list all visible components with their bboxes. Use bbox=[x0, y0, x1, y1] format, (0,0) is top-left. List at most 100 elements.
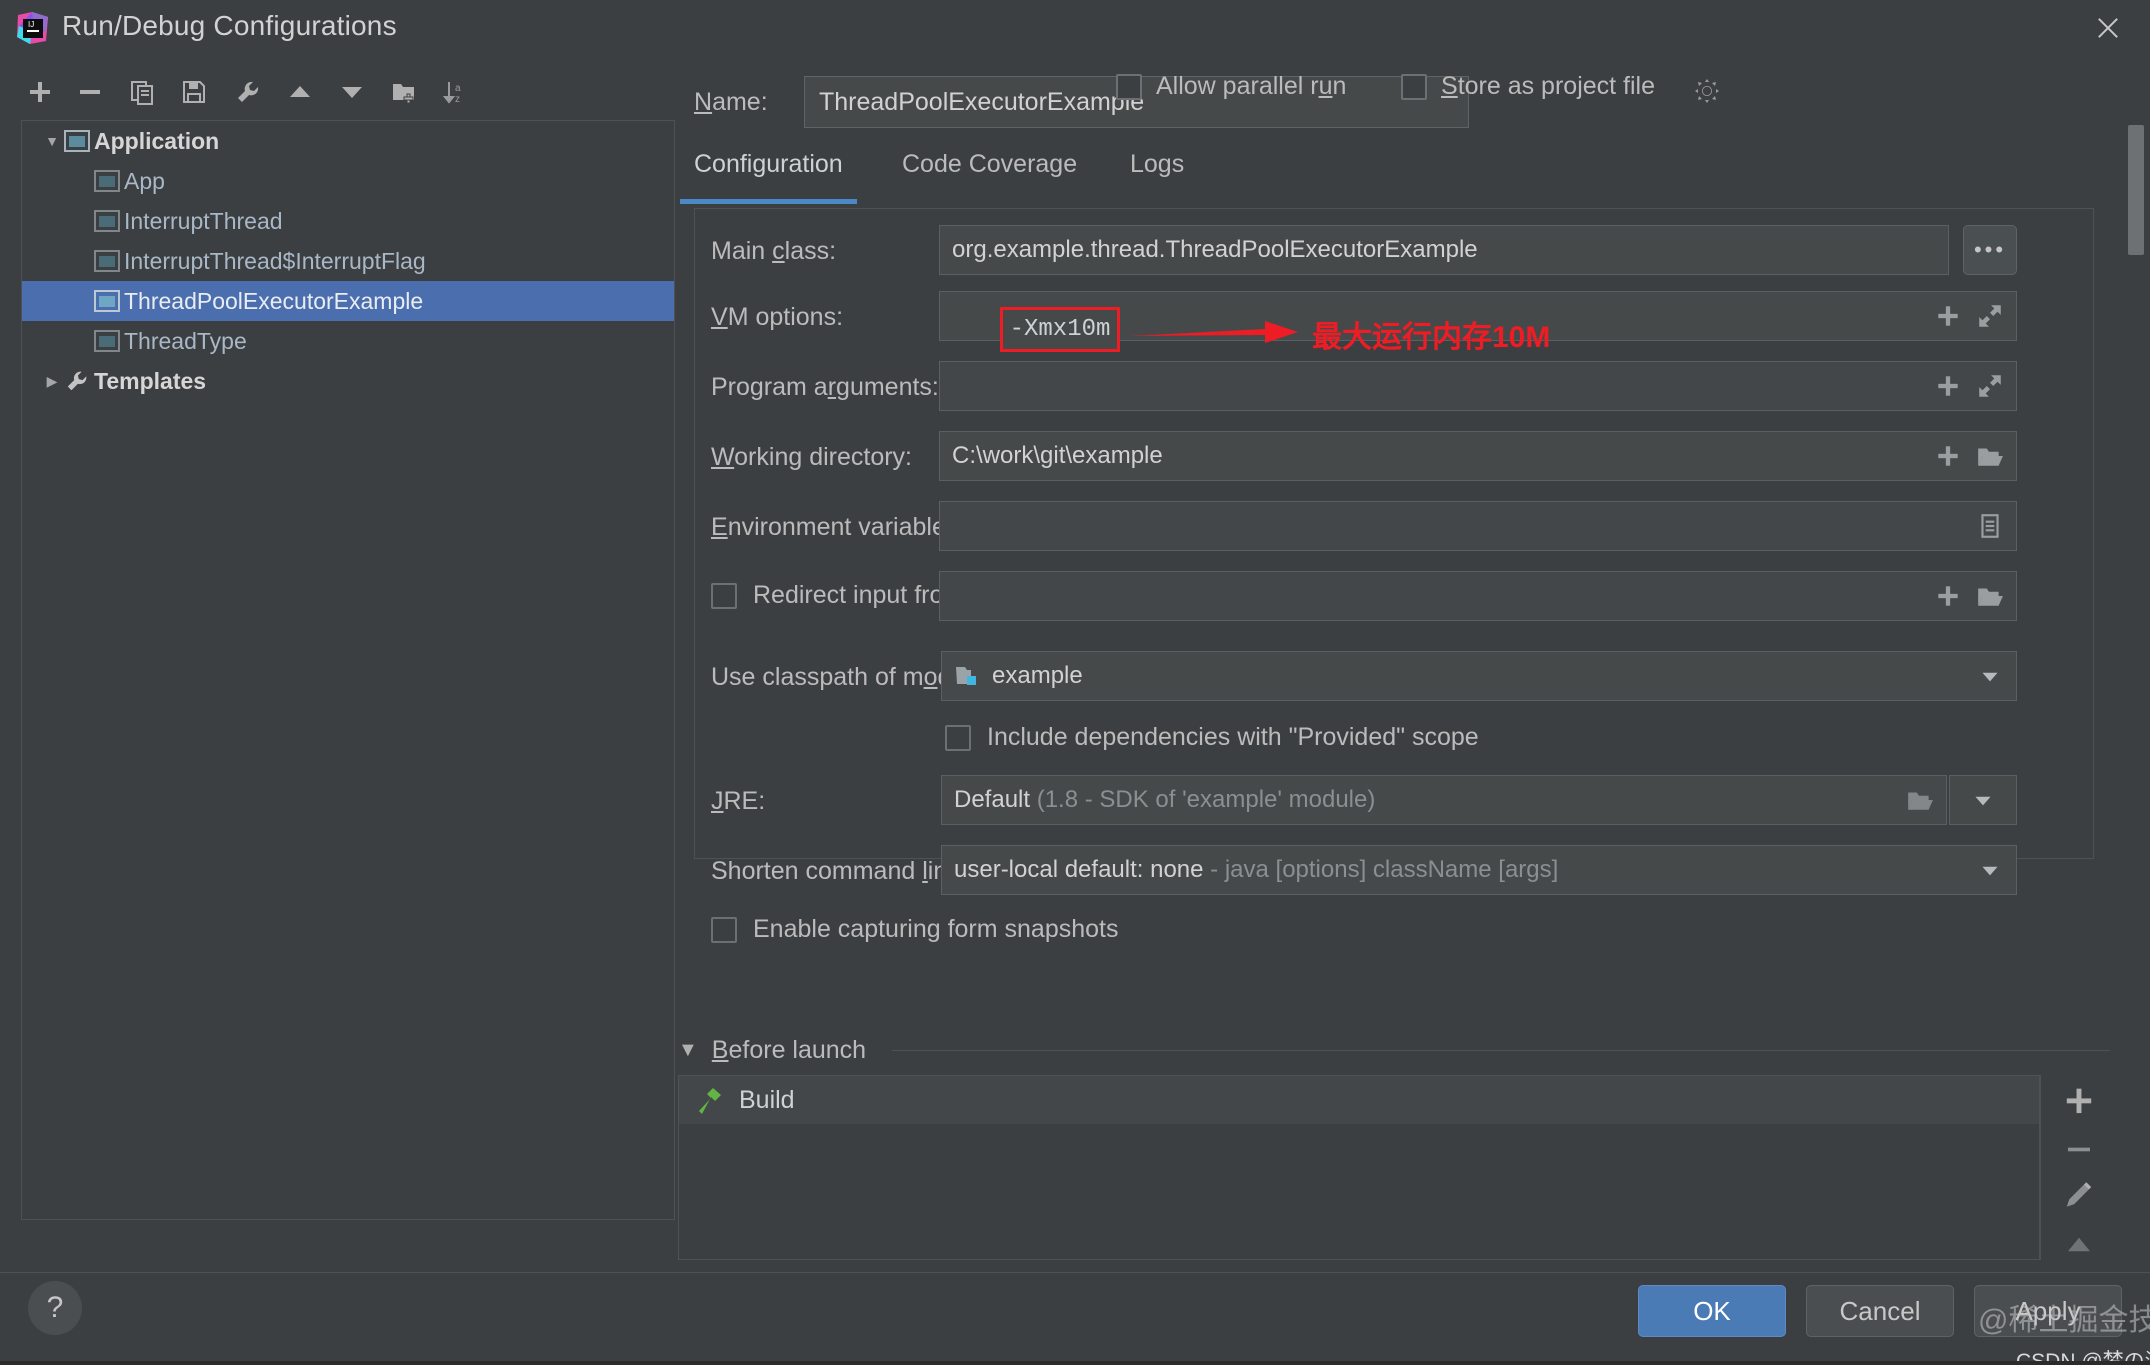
main-class-browse-button[interactable]: ••• bbox=[1963, 225, 2017, 275]
move-up-button[interactable] bbox=[280, 70, 320, 114]
main-class-field[interactable]: org.example.thread.ThreadPoolExecutorExa… bbox=[939, 225, 1949, 275]
tab-logs[interactable]: Logs bbox=[1130, 150, 1184, 204]
checkbox-box[interactable] bbox=[711, 583, 737, 609]
redirect-input-checkbox[interactable]: Redirect input from: bbox=[711, 581, 971, 610]
vm-options-annotation-note: 最大运行内存10M bbox=[1312, 312, 1550, 356]
wrench-icon bbox=[235, 79, 261, 105]
sort-az-icon: a z bbox=[443, 79, 469, 105]
shorten-command-line-value-main: user-local default: none bbox=[954, 856, 1204, 883]
tree-node-templates[interactable]: ▶ Templates bbox=[22, 361, 674, 401]
tree-node-threadtype[interactable]: ThreadType bbox=[22, 321, 674, 361]
enable-form-snapshots-checkbox[interactable]: Enable capturing form snapshots bbox=[711, 915, 1119, 944]
environment-variables-field[interactable] bbox=[939, 501, 2017, 551]
folder-open-icon[interactable] bbox=[1976, 582, 2004, 610]
tree-node-label: InterruptThread$InterruptFlag bbox=[124, 248, 426, 275]
shorten-command-line-hint: - java [options] className [args] bbox=[1210, 856, 1558, 883]
expand-icon[interactable] bbox=[1976, 302, 2004, 330]
insert-macro-icon[interactable] bbox=[1934, 372, 1962, 400]
folder-add-icon bbox=[391, 79, 417, 105]
tree-node-label: ThreadPoolExecutorExample bbox=[124, 288, 423, 315]
use-classpath-of-module-select[interactable]: example bbox=[941, 651, 2017, 701]
allow-parallel-run-checkbox[interactable]: Allow parallel run bbox=[1116, 72, 1346, 101]
tree-node-label: Templates bbox=[94, 368, 206, 395]
before-launch-item-build[interactable]: Build bbox=[679, 1076, 2039, 1124]
shorten-command-line-select[interactable]: user-local default: none - java [options… bbox=[941, 845, 2017, 895]
chevron-right-icon[interactable]: ▶ bbox=[40, 373, 64, 390]
move-task-up-button[interactable] bbox=[2063, 1228, 2095, 1260]
insert-macro-icon[interactable] bbox=[1934, 582, 1962, 610]
add-task-button[interactable] bbox=[2063, 1085, 2095, 1117]
edit-templates-button[interactable] bbox=[228, 70, 268, 114]
jre-row: JRE: Default (1.8 - SDK of 'example' mod… bbox=[695, 775, 2095, 825]
checkbox-box[interactable] bbox=[711, 917, 737, 943]
jre-field[interactable]: Default (1.8 - SDK of 'example' module) bbox=[941, 775, 1947, 825]
store-as-project-file-checkbox[interactable]: Store as project file bbox=[1401, 72, 1655, 101]
chevron-down-icon[interactable] bbox=[1976, 662, 2004, 690]
edit-task-button[interactable] bbox=[2063, 1181, 2095, 1213]
remove-configuration-button[interactable] bbox=[70, 70, 110, 114]
redirect-input-row: Redirect input from: bbox=[695, 571, 2095, 621]
run-debug-configurations-dialog: IJ Run/Debug Configurations bbox=[0, 0, 2150, 1365]
include-provided-checkbox[interactable]: Include dependencies with "Provided" sco… bbox=[945, 723, 1479, 752]
chevron-down-icon[interactable] bbox=[1969, 786, 1997, 814]
tree-node-interruptthread[interactable]: InterruptThread bbox=[22, 201, 674, 241]
close-icon[interactable] bbox=[2088, 8, 2128, 48]
jre-label: JRE: bbox=[711, 787, 765, 816]
red-arrow-icon bbox=[1130, 312, 1300, 352]
checkbox-box[interactable] bbox=[945, 725, 971, 751]
enable-form-snapshots-row: Enable capturing form snapshots bbox=[695, 911, 2095, 953]
before-launch-header[interactable]: ▼ Before launch bbox=[678, 1030, 2118, 1070]
tree-node-interruptthread-interruptflag[interactable]: InterruptThread$InterruptFlag bbox=[22, 241, 674, 281]
chevron-down-icon[interactable] bbox=[1976, 856, 2004, 884]
tree-node-app[interactable]: App bbox=[22, 161, 674, 201]
arrow-up-icon bbox=[287, 79, 313, 105]
move-down-button[interactable] bbox=[332, 70, 372, 114]
tab-configuration[interactable]: Configuration bbox=[694, 150, 843, 204]
before-launch-list: Build bbox=[678, 1075, 2040, 1260]
ellipsis-browse-icon: ••• bbox=[1974, 245, 2006, 255]
name-label: Name: bbox=[694, 88, 768, 117]
name-row: Name: bbox=[694, 76, 2094, 128]
cancel-button[interactable]: Cancel bbox=[1806, 1285, 1954, 1337]
checkbox-box[interactable] bbox=[1116, 74, 1142, 100]
gear-icon[interactable] bbox=[1694, 78, 1720, 104]
add-configuration-button[interactable] bbox=[20, 70, 60, 114]
insert-macro-icon[interactable] bbox=[1934, 442, 1962, 470]
svg-text:a: a bbox=[455, 83, 461, 94]
ok-button[interactable]: OK bbox=[1638, 1285, 1786, 1337]
tree-node-application[interactable]: ▼ Application bbox=[22, 121, 674, 161]
jre-dropdown-button[interactable] bbox=[1949, 775, 2017, 825]
tree-node-label: Application bbox=[94, 128, 219, 155]
shorten-command-line-row: Shorten command line: user-local default… bbox=[695, 845, 2095, 895]
copy-configuration-button[interactable] bbox=[122, 70, 162, 114]
jre-value-main: Default bbox=[954, 786, 1030, 813]
help-button[interactable]: ? bbox=[28, 1281, 82, 1335]
chevron-down-icon[interactable]: ▼ bbox=[40, 133, 64, 149]
allow-parallel-run-label: Allow parallel run bbox=[1156, 72, 1346, 101]
arrow-down-icon bbox=[339, 79, 365, 105]
jre-value: Default (1.8 - SDK of 'example' module) bbox=[954, 786, 1906, 814]
remove-task-button[interactable] bbox=[2063, 1133, 2095, 1165]
tree-node-threadpoolexecutorexample[interactable]: ThreadPoolExecutorExample bbox=[22, 281, 674, 321]
insert-macro-icon[interactable] bbox=[1934, 302, 1962, 330]
folder-open-icon[interactable] bbox=[1976, 442, 2004, 470]
copy-icon bbox=[129, 79, 155, 105]
tab-code-coverage[interactable]: Code Coverage bbox=[902, 150, 1077, 204]
redirect-input-field[interactable] bbox=[939, 571, 2017, 621]
checkbox-box[interactable] bbox=[1401, 74, 1427, 100]
dialog-scrollbar[interactable] bbox=[2128, 125, 2144, 255]
create-folder-button[interactable] bbox=[384, 70, 424, 114]
module-icon bbox=[954, 664, 982, 688]
expand-icon[interactable] bbox=[1976, 372, 2004, 400]
chevron-down-icon[interactable]: ▼ bbox=[678, 1039, 698, 1062]
program-arguments-field[interactable] bbox=[939, 361, 2017, 411]
environment-variables-label: Environment variables: bbox=[711, 513, 965, 542]
folder-open-icon[interactable] bbox=[1906, 786, 1934, 814]
working-directory-field[interactable]: C:\work\git\example bbox=[939, 431, 2017, 481]
include-provided-label: Include dependencies with "Provided" sco… bbox=[987, 723, 1479, 752]
edit-list-icon[interactable] bbox=[1976, 512, 2004, 540]
sort-configurations-button[interactable]: a z bbox=[436, 70, 476, 114]
main-class-value: org.example.thread.ThreadPoolExecutorExa… bbox=[952, 236, 1936, 264]
application-icon bbox=[94, 250, 124, 272]
save-configuration-button[interactable] bbox=[174, 70, 214, 114]
